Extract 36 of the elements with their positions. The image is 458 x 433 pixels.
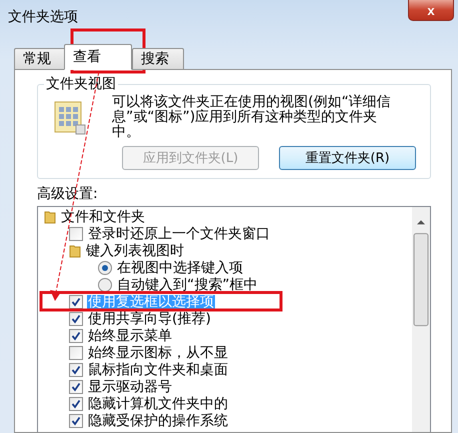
close-button[interactable]: x	[408, 0, 454, 21]
tree-item[interactable]: 始终显示图标，从不显	[87, 346, 229, 360]
window-title: 文件夹选项	[8, 8, 78, 26]
checkbox[interactable]	[69, 294, 83, 308]
folder-icon	[44, 210, 56, 224]
tree-item[interactable]: 显示驱动器号	[87, 380, 173, 394]
tree-item[interactable]: 键入列表视图时	[85, 244, 185, 258]
tree-item[interactable]: 隐藏受保护的操作系统	[87, 414, 229, 428]
tree-item[interactable]: 在视图中选择键入项	[116, 260, 244, 274]
tree-item[interactable]: 使用共享向导(推荐)	[87, 312, 212, 326]
checkbox[interactable]	[69, 362, 83, 376]
advanced-settings-label: 高级设置:	[37, 185, 98, 203]
checkbox[interactable]	[69, 312, 83, 326]
group-title: 文件夹视图	[44, 75, 118, 93]
reset-folders-button[interactable]: 重置文件夹(R)	[279, 146, 416, 170]
tree-item[interactable]: 自动键入到“搜索”框中	[116, 278, 259, 292]
radio-button[interactable]	[98, 260, 112, 274]
tab[interactable]: 搜索	[132, 48, 184, 70]
checkbox[interactable]	[69, 414, 83, 428]
scrollbar[interactable]	[412, 207, 430, 432]
tab[interactable]: 常规	[14, 48, 66, 70]
checkbox[interactable]	[69, 226, 83, 240]
tab[interactable]: 查看	[64, 44, 132, 70]
folder-icon	[69, 244, 81, 258]
radio-button[interactable]	[98, 278, 112, 292]
checkbox[interactable]	[69, 346, 83, 360]
tree-item[interactable]: 隐藏计算机文件夹中的	[87, 396, 229, 410]
checkbox[interactable]	[69, 396, 83, 410]
folder-view-icon	[54, 101, 86, 135]
tree-item[interactable]: 始终显示菜单	[87, 328, 173, 342]
checkbox[interactable]	[69, 328, 83, 342]
tree-item[interactable]: 文件和文件夹	[60, 210, 146, 224]
tree-item[interactable]: 登录时还原上一个文件夹窗口	[87, 226, 271, 240]
checkbox[interactable]	[69, 380, 83, 394]
tree-item[interactable]: 鼠标指向文件夹和桌面	[87, 362, 229, 376]
description-text: 可以将该文件夹正在使用的视图(例如“详细信息”或“图标”)应用到所有这种类型的文件夹中。	[112, 95, 392, 140]
